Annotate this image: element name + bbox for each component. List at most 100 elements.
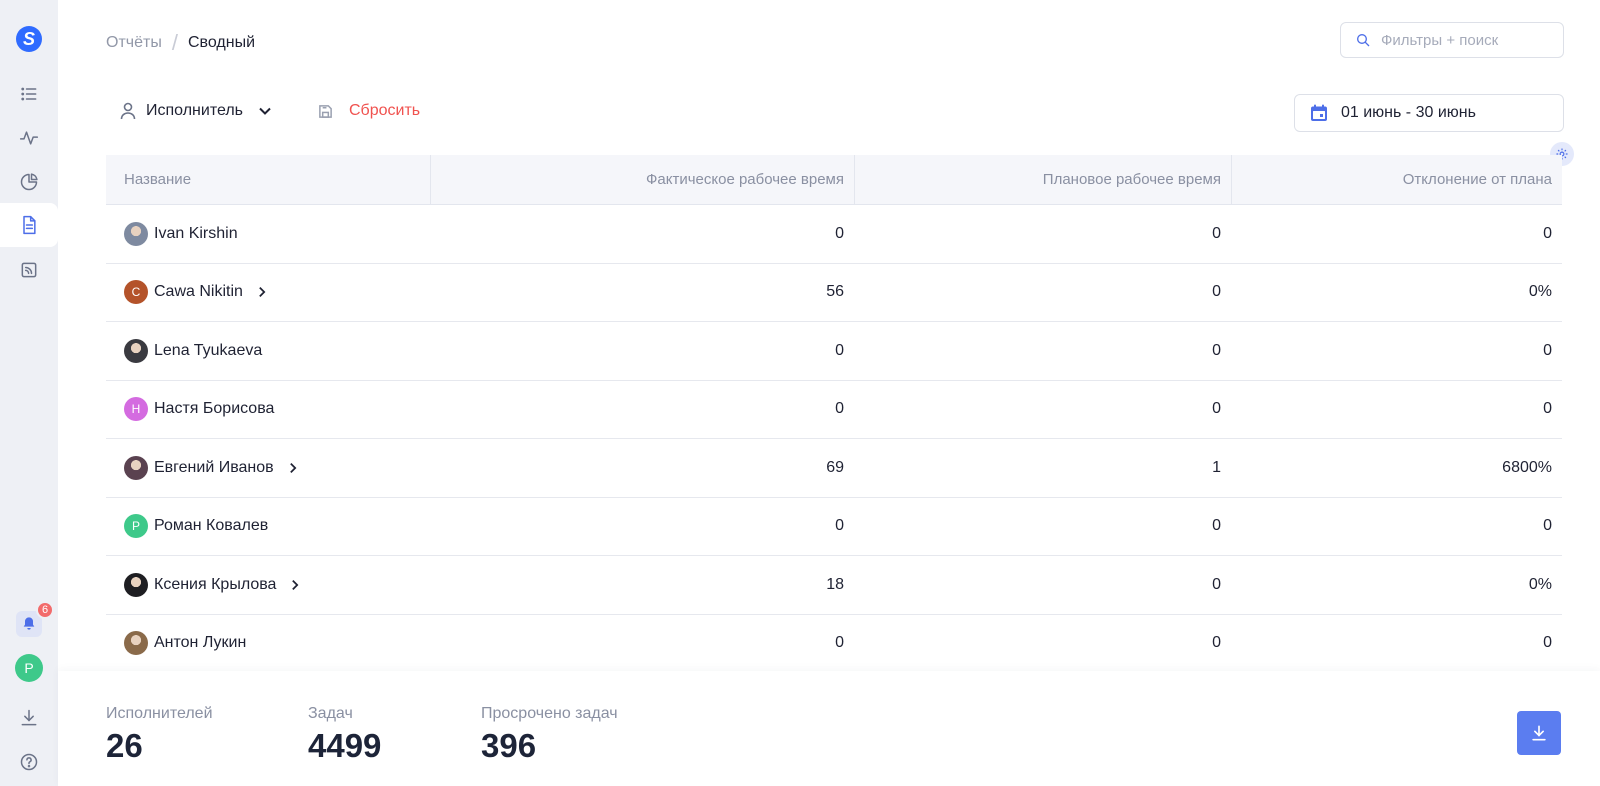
table-row[interactable]: Ксения Крылова 18 0 0% [106,556,1562,615]
cell-actual-time: 0 [835,517,844,535]
nav-help[interactable] [0,740,58,784]
nav-download[interactable] [0,696,58,740]
table-body: Ivan Kirshin 0 0 0 С Cawa Nikitin 56 0 0% Lena Ty… [106,205,1562,673]
cell-name: С Cawa Nikitin [106,264,430,322]
column-header-actual-time[interactable]: Фактическое рабочее время [430,155,854,204]
breadcrumb-root[interactable]: Отчёты [106,34,162,52]
table-row[interactable]: С Cawa Nikitin 56 0 0% [106,264,1562,322]
assignee-name[interactable]: Ксения Крылова [154,576,276,594]
calendar-icon [1311,104,1327,121]
column-header-planned-time[interactable]: Плановое рабочее время [854,155,1231,204]
table-row[interactable]: Р Роман Ковалев 0 0 0 [106,498,1562,556]
cell-deviation: 0 [1543,341,1552,359]
person-icon [120,102,136,120]
reset-label: Сбросить [349,102,421,119]
cell-actual-time: 0 [835,400,844,418]
stat-tasks: Задач 4499 [308,705,381,765]
stat-overdue: Просрочено задач 396 [481,705,618,765]
avatar: Н [124,397,148,422]
cell-planned-time: 0 [1212,517,1221,535]
table-header: Название Фактическое рабочее время Плано… [106,155,1562,205]
assignee-name[interactable]: Евгений Иванов [154,459,274,477]
column-header-name[interactable]: Название [106,155,430,204]
cell-name: Ксения Крылова [106,556,430,614]
sidebar: S 6 Р [0,0,58,786]
cell-name: Антон Лукин [106,615,430,673]
stat-value: 396 [481,727,537,764]
report-table: Название Фактическое рабочее время Плано… [106,155,1562,673]
assignee-filter[interactable]: Исполнитель [120,102,273,120]
nav-analytics[interactable] [0,160,58,204]
avatar [124,221,148,246]
avatar [124,455,148,480]
search-box[interactable] [1340,22,1564,58]
search-input[interactable] [1381,31,1551,49]
table-row[interactable]: Lena Tyukaeva 0 0 0 [106,322,1562,381]
assignee-name[interactable]: Настя Борисова [154,400,274,418]
cell-deviation: 0 [1543,517,1552,535]
stat-value: 26 [106,727,143,764]
stat-label: Задач [308,705,353,722]
assignee-filter-label: Исполнитель [146,102,244,119]
breadcrumb-separator: / [171,30,178,55]
list-icon [21,87,37,101]
cell-actual-time: 0 [835,634,844,652]
cell-planned-time: 1 [1212,458,1221,476]
avatar: Р [124,514,148,539]
rss-icon [21,262,37,278]
cell-planned-time: 0 [1212,575,1221,593]
stat-assignees: Исполнителей 26 [106,705,213,765]
table-row[interactable]: Н Настя Борисова 0 0 0 [106,381,1562,439]
chevron-right-icon[interactable] [288,578,302,592]
nav-reports[interactable] [0,203,58,247]
cell-name: Евгений Иванов [106,439,430,497]
stat-label: Просрочено задач [481,705,618,722]
bell-icon [23,617,35,630]
breadcrumb-current: Сводный [187,34,255,51]
cell-actual-time: 18 [826,575,844,593]
avatar: С [124,280,148,305]
download-icon [21,709,37,726]
column-header-deviation[interactable]: Отклонение от плана [1231,155,1562,204]
activity-icon [19,131,39,145]
table-row[interactable]: Антон Лукин 0 0 0 [106,615,1562,673]
app-logo[interactable]: S [16,26,42,52]
cell-deviation: 0 [1543,224,1552,242]
chevron-right-icon[interactable] [255,285,269,299]
export-button[interactable] [1517,711,1561,755]
cell-actual-time: 0 [835,224,844,242]
nav-tasks[interactable] [0,72,58,116]
cell-planned-time: 0 [1212,634,1221,652]
cell-planned-time: 0 [1212,400,1221,418]
reset-button[interactable]: Сбросить [318,102,420,120]
nav-feed[interactable] [0,248,58,292]
summary-footer: Исполнителей 26 Задач 4499 Просрочено за… [58,671,1600,786]
assignee-name[interactable]: Роман Ковалев [154,517,268,535]
cell-planned-time: 0 [1212,283,1221,301]
avatar [124,338,148,363]
chevron-right-icon[interactable] [286,461,300,475]
date-range-picker[interactable]: 01 июнь - 30 июнь [1294,94,1564,132]
cell-name: Lena Tyukaeva [106,322,430,380]
assignee-name[interactable]: Антон Лукин [154,634,246,652]
cell-actual-time: 0 [835,341,844,359]
avatar [124,631,148,656]
cell-actual-time: 56 [826,283,844,301]
cell-deviation: 0 [1543,634,1552,652]
notifications-badge: 6 [36,601,54,619]
assignee-name[interactable]: Cawa Nikitin [154,283,243,301]
cell-deviation: 0 [1543,400,1552,418]
assignee-name[interactable]: Ivan Kirshin [154,225,238,243]
pie-chart-icon [20,173,38,191]
chevron-down-icon [259,107,271,115]
stat-value: 4499 [308,727,382,764]
table-row[interactable]: Евгений Иванов 69 1 6800% [106,439,1562,498]
table-row[interactable]: Ivan Kirshin 0 0 0 [106,205,1562,264]
nav-activity[interactable] [0,116,58,160]
help-icon [20,753,38,771]
assignee-name[interactable]: Lena Tyukaeva [154,342,262,360]
user-avatar[interactable]: Р [15,654,43,682]
cell-name: Р Роман Ковалев [106,498,430,556]
breadcrumb: Отчёты / Сводный [106,30,255,56]
cell-planned-time: 0 [1212,341,1221,359]
